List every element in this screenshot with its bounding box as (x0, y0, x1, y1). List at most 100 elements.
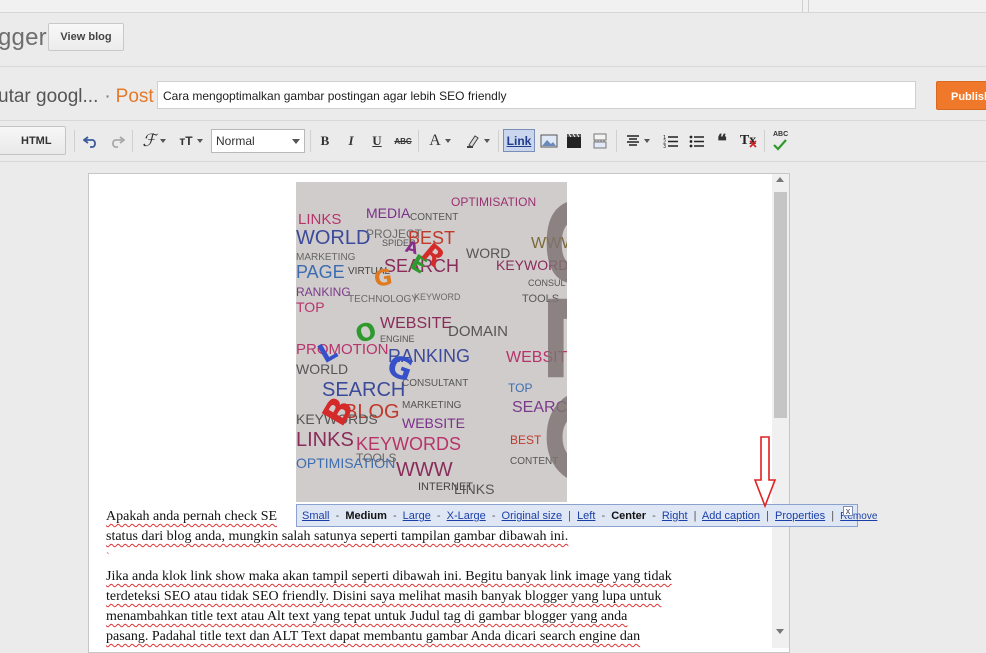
scroll-down-arrow-icon[interactable] (776, 629, 784, 634)
publish-button[interactable]: Publish (936, 81, 986, 110)
text-color-button[interactable]: A (424, 128, 456, 154)
toolbar-pipe: | (693, 510, 697, 522)
image-word: KEYWORD (414, 292, 461, 302)
content-text: menambahkan title text atau Alt text yan… (106, 609, 628, 624)
toolbar-separator (764, 130, 765, 152)
jump-break-icon[interactable] (589, 128, 611, 154)
format-select-value: Normal (216, 134, 255, 148)
image-word: LINKS (298, 211, 341, 228)
remove-format-button[interactable]: Tx (737, 128, 759, 154)
italic-button[interactable]: I (342, 128, 360, 154)
content-line: pasang. Padahal title text dan ALT Text … (106, 627, 766, 647)
blogger-brand: gger (0, 24, 47, 51)
content-line: menambahkan title text atau Alt text yan… (106, 607, 766, 627)
size-medium-selected[interactable]: Medium (345, 510, 387, 522)
image-word: WWW (396, 459, 453, 481)
bold-button[interactable]: B (316, 128, 334, 154)
quote-button[interactable]: ❝ (711, 128, 733, 154)
original-size-link[interactable]: Original size (502, 510, 563, 522)
image-word: ENGINE (380, 334, 415, 344)
size-small-link[interactable]: Small (302, 510, 330, 522)
redo-icon[interactable] (106, 128, 128, 154)
close-icon[interactable]: x (843, 506, 853, 516)
top-strip-divider (802, 0, 803, 12)
toolbar-separator (132, 130, 133, 152)
align-left-link[interactable]: Left (577, 510, 595, 522)
toolbar-dash: - (436, 510, 441, 522)
numbered-list-icon[interactable]: 123 (660, 128, 682, 154)
toolbar-separator (310, 130, 311, 152)
image-word: WORD (466, 245, 510, 261)
image-word: MARKETING (402, 400, 462, 411)
content-text: terdeteksi SEO atau tidak SEO friendly. … (106, 589, 662, 604)
image-word: DOMAIN (448, 323, 508, 340)
link-button[interactable]: Link (503, 129, 535, 152)
toolbar-dash: - (491, 510, 496, 522)
image-word: PAGE (296, 262, 345, 282)
image-word: WEBSITE (402, 415, 465, 431)
content-text: Apakah anda pernah check SE (106, 509, 278, 524)
scroll-thumb[interactable] (774, 192, 787, 418)
align-center-selected[interactable]: Center (611, 510, 646, 522)
font-family-icon[interactable]: ℱ (138, 128, 170, 154)
remove-x-icon (749, 140, 757, 148)
title-divider (0, 120, 986, 121)
image-word: LINKS (454, 481, 494, 497)
post-title-input[interactable]: Cara mengoptimalkan gambar postingan aga… (157, 81, 916, 109)
content-text: Jika anda klok link show maka akan tampi… (106, 569, 672, 584)
toolbar-separator (418, 130, 419, 152)
properties-link[interactable]: Properties (775, 510, 825, 522)
undo-icon[interactable] (80, 128, 102, 154)
image-word: WEBSITE (380, 315, 452, 332)
toolbar-dash: - (601, 510, 606, 522)
image-word: CONSULTANT (402, 378, 468, 389)
toolbar-dash: - (392, 510, 397, 522)
font-size-icon[interactable]: ᴛT (174, 128, 208, 154)
size-large-link[interactable]: Large (403, 510, 431, 522)
paragraph-format-select[interactable]: Normal (211, 129, 305, 153)
toolbar-pipe: | (831, 510, 835, 522)
content-text: status dari blog anda, mungkin salah sat… (106, 529, 569, 544)
image-word-big: SEO (518, 196, 567, 492)
toolbar-dash: - (652, 510, 656, 522)
image-word: MEDIA (366, 205, 411, 221)
align-right-link[interactable]: Right (662, 510, 688, 522)
svg-text:3: 3 (663, 144, 666, 148)
seo-word-cloud-image[interactable]: LINKS MEDIA CONTENT OPTIMISATION WORLD P… (296, 182, 567, 502)
highlight-color-icon[interactable] (462, 128, 494, 154)
spellcheck-button[interactable]: ABC (769, 128, 791, 154)
text-color-label: A (429, 132, 441, 149)
toolbar-separator (616, 130, 617, 152)
toolbar-dash: - (335, 510, 340, 522)
stray-mark: ` (106, 551, 110, 563)
toolbar-separator (74, 130, 75, 152)
image-word: TECHNOLOGY (348, 294, 418, 305)
image-word: WORLD (296, 361, 348, 377)
toolbar-pipe: | (766, 510, 769, 522)
breadcrumb-separator: · (104, 86, 111, 107)
content-text: pasang. Padahal title text dan ALT Text … (106, 629, 641, 644)
content-line: Jika anda klok link show maka akan tampi… (106, 567, 766, 587)
add-caption-link[interactable]: Add caption (702, 510, 760, 522)
check-icon (773, 139, 787, 151)
html-mode-button[interactable]: HTML (0, 126, 66, 155)
image-word: CONTENT (410, 212, 458, 223)
bullet-list-icon[interactable] (686, 128, 708, 154)
strikethrough-button[interactable]: ABC (392, 128, 414, 154)
toolbar-pipe: | (568, 510, 571, 522)
view-blog-button[interactable]: View blog (48, 23, 124, 51)
spellcheck-label: ABC (773, 131, 789, 138)
align-icon[interactable] (622, 128, 654, 154)
size-xlarge-link[interactable]: X-Large (447, 510, 486, 522)
image-word: WORLD (296, 227, 370, 249)
insert-image-icon[interactable] (538, 128, 560, 154)
image-word: LINKS (296, 429, 354, 451)
blog-title[interactable]: utar googl... (0, 86, 98, 107)
annotation-arrow-icon (754, 436, 776, 508)
toolbar-separator (498, 130, 499, 152)
underline-button[interactable]: U (368, 128, 386, 154)
post-label: Post (115, 86, 154, 107)
breadcrumb: utar googl... · Post (0, 86, 154, 108)
insert-video-icon[interactable] (563, 128, 585, 154)
scroll-up-arrow-icon[interactable] (776, 177, 784, 182)
